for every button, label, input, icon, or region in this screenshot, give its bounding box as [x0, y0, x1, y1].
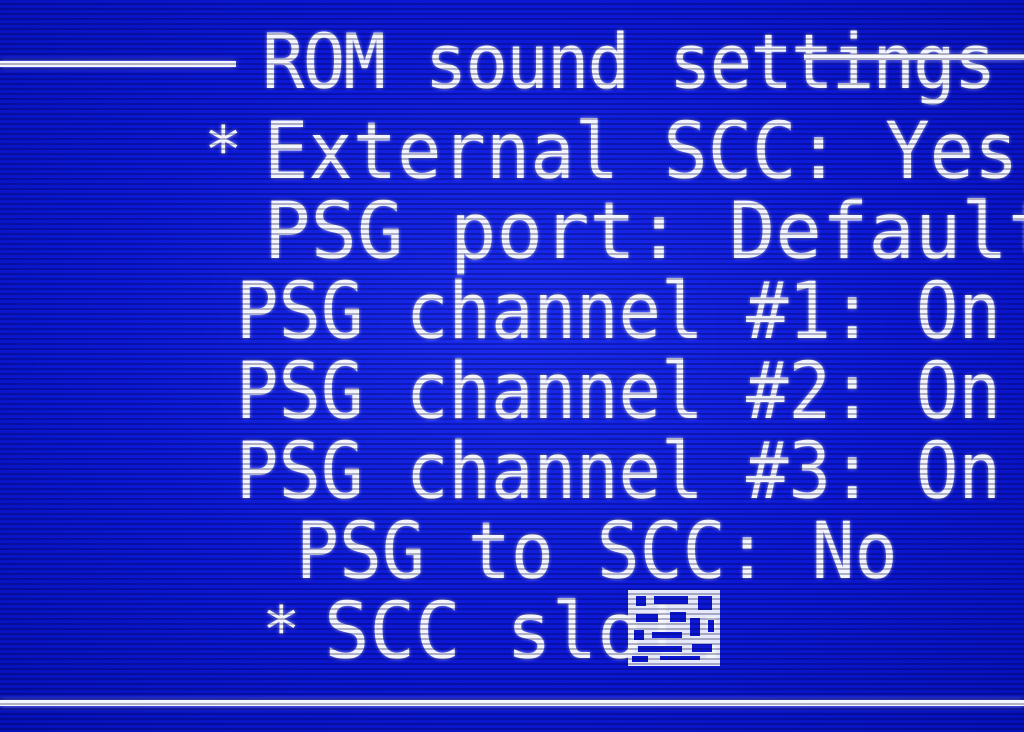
menu-item-label: PSG to SCC: No [296, 507, 898, 597]
menu-item-label: PSG port: Default [264, 187, 1024, 277]
menu-item-psg-to-scc[interactable]: PSG to SCC: No [296, 512, 953, 592]
menu-cursor-icon: * [262, 594, 301, 668]
menu-item-external-scc[interactable]: External SCC: Yes [264, 112, 1024, 192]
scc-slot-glyph-icon[interactable] [628, 590, 720, 666]
menu-item-psg-channel-1[interactable]: PSG channel #1: On [236, 272, 1024, 352]
menu-item-psg-channel-2[interactable]: PSG channel #2: On [236, 352, 1024, 432]
menu-item-psg-channel-3[interactable]: PSG channel #3: On [236, 432, 1024, 512]
menu-title: ROM sound settings [262, 17, 996, 106]
bottom-rule [0, 700, 1024, 706]
menu-item-label: PSG channel #2: On [236, 347, 1001, 437]
menu-item-label: External SCC: Yes [264, 107, 1019, 197]
title-rule-left [0, 61, 236, 67]
menu-cursor-icon: * [204, 114, 243, 188]
menu-item-label: PSG channel #3: On [236, 427, 1001, 517]
menu-item-label: PSG channel #1: On [236, 267, 1001, 357]
menu-item-psg-port[interactable]: PSG port: Default [264, 192, 1024, 272]
